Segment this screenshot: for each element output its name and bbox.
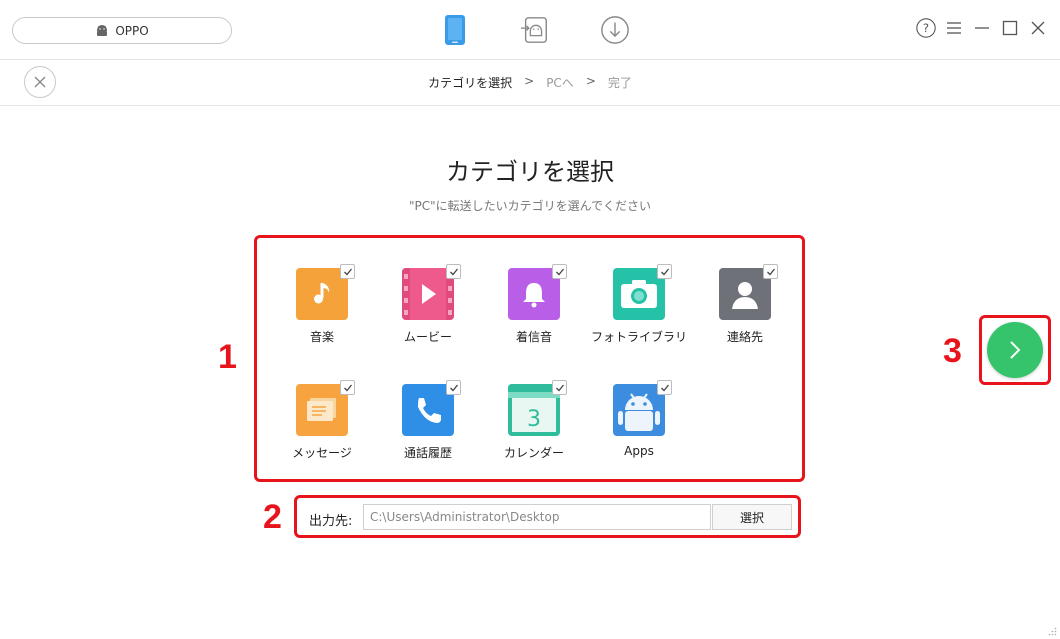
- category-ringtone[interactable]: 着信音: [484, 264, 584, 358]
- category-label: 連絡先: [726, 330, 763, 344]
- breadcrumb-step-done: 完了: [607, 76, 632, 90]
- category-label: カレンダー: [503, 446, 564, 460]
- download-icon[interactable]: [600, 14, 630, 46]
- page-title: カテゴリを選択: [446, 158, 614, 186]
- top-bar: OPPO ?: [0, 0, 1060, 60]
- next-button[interactable]: [987, 322, 1043, 378]
- category-label: フォトライブラリ: [590, 330, 687, 344]
- category-music[interactable]: 音楽: [272, 264, 372, 358]
- breadcrumb-step-to-pc: PCへ: [546, 76, 574, 90]
- category-calendar[interactable]: 3 カレンダー: [484, 380, 584, 474]
- category-messages[interactable]: メッセージ: [272, 380, 372, 474]
- category-contacts[interactable]: 連絡先: [695, 264, 795, 358]
- annotation-2: 2: [263, 498, 282, 536]
- category-apps[interactable]: Apps: [589, 380, 689, 474]
- category-call-history[interactable]: 通話履歴: [378, 380, 478, 474]
- category-label: ムービー: [403, 330, 452, 344]
- browse-button[interactable]: 選択: [712, 504, 792, 530]
- category-grid: 音楽 ムービー 着信音 フォトライブラリ 連絡先 メッセージ 通話履歴 3 カレ…: [254, 235, 805, 482]
- category-label: メッセージ: [292, 446, 352, 460]
- breadcrumb-separator: >: [524, 74, 535, 88]
- device-name: OPPO: [115, 23, 149, 38]
- category-label: 通話履歴: [403, 446, 452, 460]
- page-subtitle: "PC"に転送したいカテゴリを選んでください: [408, 199, 652, 213]
- breadcrumb: カテゴリを選択 > PCへ > 完了: [0, 74, 1060, 91]
- breadcrumb-bar: カテゴリを選択 > PCへ > 完了: [0, 60, 1060, 106]
- checkbox-photo-library[interactable]: [657, 264, 672, 279]
- phone-icon[interactable]: [440, 14, 470, 46]
- next-button-frame: [979, 315, 1051, 385]
- checkbox-call-history[interactable]: [446, 380, 461, 395]
- checkbox-movie[interactable]: [446, 264, 461, 279]
- window-controls: ?: [916, 16, 1048, 40]
- category-label: Apps: [624, 444, 654, 458]
- category-movie[interactable]: ムービー: [378, 264, 478, 358]
- checkbox-apps[interactable]: [657, 380, 672, 395]
- category-label: 着信音: [515, 330, 552, 344]
- output-path-field[interactable]: [363, 504, 711, 530]
- android-icon: [97, 24, 108, 36]
- annotation-3: 3: [943, 332, 962, 370]
- minimize-icon[interactable]: [972, 16, 992, 40]
- mode-switcher: [440, 12, 630, 48]
- checkbox-music[interactable]: [340, 264, 355, 279]
- category-label: 音楽: [309, 330, 334, 344]
- checkbox-calendar[interactable]: [552, 380, 567, 395]
- checkbox-ringtone[interactable]: [552, 264, 567, 279]
- menu-icon[interactable]: [944, 16, 964, 40]
- checkbox-contacts[interactable]: [763, 264, 778, 279]
- resize-grip-icon[interactable]: [1047, 626, 1057, 636]
- help-icon[interactable]: ?: [916, 16, 936, 40]
- maximize-icon[interactable]: [1000, 16, 1020, 40]
- output-destination: 出力先: 選択: [294, 495, 801, 538]
- close-icon[interactable]: [1028, 16, 1048, 40]
- device-selector[interactable]: OPPO: [12, 17, 232, 44]
- category-photo-library[interactable]: フォトライブラリ: [589, 264, 689, 358]
- breadcrumb-step-select-category: カテゴリを選択: [428, 76, 513, 90]
- checkbox-messages[interactable]: [340, 380, 355, 395]
- output-label: 出力先:: [309, 514, 353, 529]
- breadcrumb-separator: >: [585, 74, 596, 88]
- annotation-1: 1: [218, 338, 237, 376]
- chevron-right-icon: [1010, 341, 1021, 359]
- calendar-number: 3: [527, 407, 541, 432]
- svg-text:?: ?: [923, 21, 929, 35]
- android-transfer-icon[interactable]: [520, 14, 550, 46]
